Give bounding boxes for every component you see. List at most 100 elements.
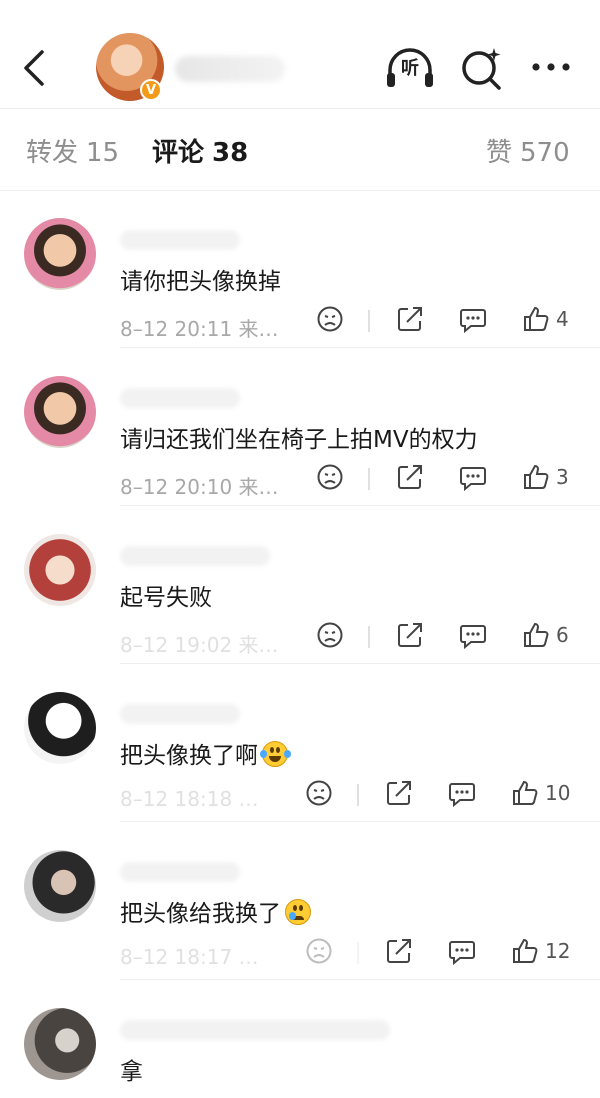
laugh-cry-emoji-icon bbox=[260, 741, 291, 767]
comment-bubble-icon bbox=[449, 941, 475, 965]
thumbs-up-icon bbox=[524, 622, 549, 647]
share-icon bbox=[387, 781, 411, 805]
commenter-name-blurred bbox=[120, 546, 270, 566]
comment-text: 把头像给我换了 bbox=[120, 901, 281, 927]
like-count: 6 bbox=[556, 623, 569, 647]
comment-text: 请归还我们坐在椅子上拍MV的权力 bbox=[120, 427, 478, 453]
commenter-name-blurred bbox=[120, 230, 240, 250]
like-button[interactable]: 6 bbox=[522, 619, 569, 651]
comment-bubble-icon bbox=[449, 783, 475, 807]
reply-button[interactable] bbox=[459, 619, 487, 651]
frown-face-icon bbox=[317, 622, 343, 648]
commenter-avatar[interactable] bbox=[24, 692, 96, 764]
commenter-name-blurred bbox=[120, 1020, 390, 1040]
thumbs-up-icon bbox=[513, 780, 538, 805]
tab-reposts[interactable]: 转发 15 bbox=[26, 132, 119, 169]
comment-meta: 8–12 19:02 来… bbox=[120, 633, 279, 657]
tab-label: 赞 bbox=[486, 138, 513, 168]
comment-item: 起号失败 8–12 19:02 来… 6 bbox=[0, 506, 600, 664]
tab-count: 15 bbox=[86, 138, 120, 168]
tab-count: 38 bbox=[212, 138, 249, 168]
author-name-blurred bbox=[175, 56, 285, 82]
share-button[interactable] bbox=[385, 935, 413, 967]
reply-button[interactable] bbox=[448, 935, 476, 967]
comment-item: 请你把头像换掉 8–12 20:11 来… 4 bbox=[0, 190, 600, 348]
reply-button[interactable] bbox=[459, 461, 487, 493]
frown-face-icon bbox=[306, 938, 332, 964]
dislike-button[interactable] bbox=[316, 303, 344, 335]
frown-face-icon bbox=[317, 464, 343, 490]
tab-bar: 转发 15 评论 38 赞 570 bbox=[0, 108, 600, 191]
commenter-avatar[interactable] bbox=[24, 850, 96, 922]
comment-item: 拿 bbox=[0, 980, 600, 1098]
back-arrow-icon[interactable] bbox=[18, 46, 52, 90]
tab-label: 评论 bbox=[152, 138, 205, 168]
comment-text: 请你把头像换掉 bbox=[120, 269, 281, 295]
comment-text: 拿 bbox=[120, 1059, 143, 1085]
dislike-button[interactable] bbox=[305, 935, 333, 967]
listen-label: 听 bbox=[401, 58, 419, 79]
top-bar: V 听 bbox=[0, 0, 600, 109]
like-button[interactable]: 4 bbox=[522, 303, 569, 335]
cry-emoji-icon bbox=[285, 899, 311, 925]
comment-meta: 8–12 20:11 来… bbox=[120, 317, 279, 341]
verified-badge-icon: V bbox=[140, 79, 162, 101]
comment-item: 把头像换了啊 8–12 18:18 … 10 bbox=[0, 664, 600, 822]
divider bbox=[357, 784, 359, 806]
thumbs-up-icon bbox=[524, 306, 549, 331]
like-button[interactable]: 10 bbox=[511, 777, 570, 809]
dislike-button[interactable] bbox=[305, 777, 333, 809]
comment-text: 把头像换了啊 bbox=[120, 743, 258, 769]
like-count: 3 bbox=[556, 465, 569, 489]
tab-comments[interactable]: 评论 38 bbox=[152, 132, 248, 169]
like-button[interactable]: 3 bbox=[522, 461, 569, 493]
divider bbox=[368, 310, 370, 332]
divider bbox=[368, 626, 370, 648]
comment-item: 把头像给我换了 8–12 18:17 … 12 bbox=[0, 822, 600, 980]
like-count: 10 bbox=[545, 781, 571, 805]
comment-bubble-icon bbox=[460, 467, 486, 491]
comment-meta: 8–12 18:18 … bbox=[120, 787, 259, 811]
comment-item: 请归还我们坐在椅子上拍MV的权力 8–12 20:10 来… 3 bbox=[0, 348, 600, 506]
dislike-button[interactable] bbox=[316, 461, 344, 493]
tab-label: 转发 bbox=[26, 138, 79, 168]
share-button[interactable] bbox=[396, 303, 424, 335]
commenter-avatar[interactable] bbox=[24, 534, 96, 606]
comment-meta: 8–12 20:10 来… bbox=[120, 475, 279, 499]
like-count: 4 bbox=[556, 307, 569, 331]
reply-button[interactable] bbox=[459, 303, 487, 335]
share-button[interactable] bbox=[385, 777, 413, 809]
thumbs-up-icon bbox=[513, 938, 538, 963]
like-button[interactable]: 12 bbox=[511, 935, 570, 967]
comment-text: 起号失败 bbox=[120, 585, 212, 611]
frown-face-icon bbox=[317, 306, 343, 332]
commenter-avatar[interactable] bbox=[24, 1008, 96, 1080]
share-button[interactable] bbox=[396, 461, 424, 493]
share-icon bbox=[398, 307, 422, 331]
like-count: 12 bbox=[545, 939, 571, 963]
commenter-avatar[interactable] bbox=[24, 218, 96, 290]
frown-face-icon bbox=[306, 780, 332, 806]
tab-likes[interactable]: 赞 570 bbox=[486, 132, 570, 169]
divider bbox=[357, 942, 359, 964]
comment-meta: 8–12 18:17 … bbox=[120, 945, 259, 969]
share-icon bbox=[387, 939, 411, 963]
dislike-button[interactable] bbox=[316, 619, 344, 651]
search-icon[interactable] bbox=[458, 45, 504, 91]
thumbs-up-icon bbox=[524, 464, 549, 489]
divider bbox=[368, 468, 370, 490]
commenter-name-blurred bbox=[120, 388, 240, 408]
comment-bubble-icon bbox=[460, 309, 486, 333]
commenter-name-blurred bbox=[120, 704, 240, 724]
comment-text-row: 把头像给我换了 bbox=[120, 894, 311, 928]
commenter-name-blurred bbox=[120, 862, 240, 882]
reply-button[interactable] bbox=[448, 777, 476, 809]
listen-button[interactable]: 听 bbox=[384, 46, 436, 90]
share-button[interactable] bbox=[396, 619, 424, 651]
share-icon bbox=[398, 623, 422, 647]
tab-count: 570 bbox=[520, 138, 570, 168]
comment-bubble-icon bbox=[460, 625, 486, 649]
more-options-icon[interactable] bbox=[528, 52, 574, 82]
commenter-avatar[interactable] bbox=[24, 376, 96, 448]
share-icon bbox=[398, 465, 422, 489]
